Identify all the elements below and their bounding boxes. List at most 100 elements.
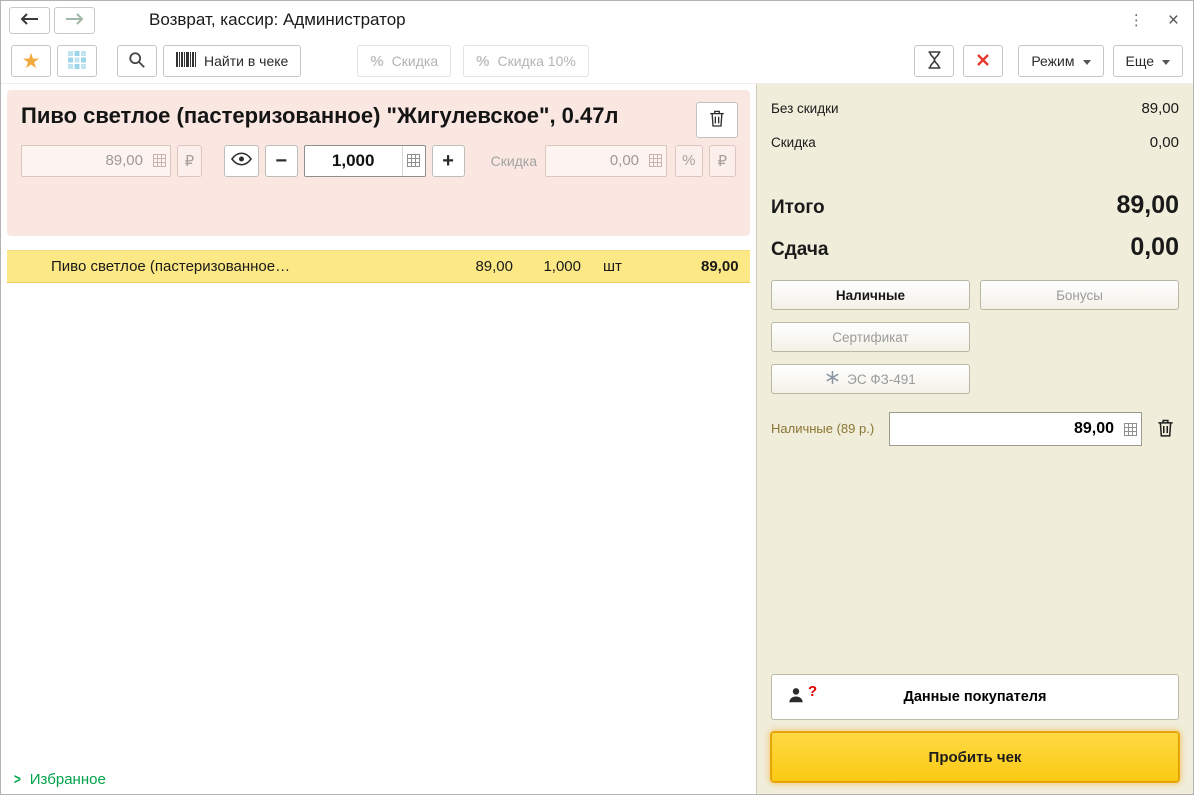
price-field <box>21 144 171 177</box>
grid-icon <box>68 50 86 72</box>
percent-icon: % <box>682 152 696 170</box>
cancel-check-button[interactable] <box>963 45 1004 77</box>
no-discount-row: Без скидки 89,00 <box>771 100 1179 117</box>
quantity-decrease-button[interactable]: − <box>264 144 298 177</box>
more-label: Еще <box>1125 53 1155 69</box>
cash-label: Наличные <box>835 287 906 303</box>
favorites-link[interactable]: > Избранное <box>1 764 756 794</box>
discount-label: Скидка <box>391 53 439 69</box>
favorites-label: Избранное <box>29 770 106 788</box>
item-unit: шт <box>603 258 622 275</box>
search-icon <box>128 51 146 72</box>
submit-check-label: Пробить чек <box>928 748 1022 766</box>
find-in-check-button[interactable]: Найти в чеке <box>163 45 302 77</box>
cash-amount-row: Наличные (89 р.) <box>771 412 1179 446</box>
item-name: Пиво светлое (пастеризованное… <box>51 258 291 275</box>
discount-total-label: Скидка <box>771 135 816 150</box>
ruble-icon: ₽ <box>717 152 728 170</box>
cash-amount-label: Наличные (89 р.) <box>771 420 875 436</box>
forward-button[interactable] <box>54 6 95 34</box>
question-badge: ? <box>808 683 818 700</box>
snowflake-icon <box>825 370 840 388</box>
cash-amount-field <box>889 412 1142 446</box>
window-title: Возврат, кассир: Администратор <box>149 10 406 29</box>
calculator-icon[interactable] <box>148 146 170 176</box>
price-currency-button[interactable]: ₽ <box>177 144 202 177</box>
catalog-grid-button[interactable] <box>57 45 97 77</box>
more-dropdown[interactable]: Еще <box>1112 45 1183 77</box>
star-icon: ★ <box>21 49 41 73</box>
cash-amount-input[interactable] <box>890 420 1119 438</box>
total-value: 89,00 <box>1116 191 1179 219</box>
person-icon <box>787 686 805 708</box>
discount-field-label: Скидка <box>490 152 538 169</box>
back-button[interactable] <box>9 6 50 34</box>
close-icon[interactable]: × <box>1168 11 1179 30</box>
chevron-right-icon: > <box>13 770 21 788</box>
calculator-icon[interactable] <box>644 146 666 176</box>
titlebar: Возврат, кассир: Администратор ⋮ × <box>1 1 1193 39</box>
discount-button[interactable]: % Скидка <box>357 45 452 77</box>
cash-payment-button[interactable]: Наличные <box>771 280 970 310</box>
total-label: Итого <box>771 197 825 218</box>
postpone-check-button[interactable] <box>914 45 955 77</box>
payment-panel: Без скидки 89,00 Скидка 0,00 Итого 89,00… <box>756 84 1193 794</box>
favorites-button[interactable]: ★ <box>11 45 51 77</box>
mode-dropdown[interactable]: Режим <box>1018 45 1104 77</box>
eye-icon <box>230 152 252 170</box>
search-button[interactable] <box>117 45 157 77</box>
remove-payment-button[interactable] <box>1151 412 1179 446</box>
find-in-check-label: Найти в чеке <box>204 53 289 69</box>
bonus-payment-button[interactable]: Бонусы <box>980 280 1179 310</box>
minus-icon: − <box>275 149 288 172</box>
customer-data-button[interactable]: ? Данные покупателя <box>771 674 1179 720</box>
trash-icon <box>1156 418 1175 441</box>
total-row: Итого 89,00 <box>771 191 1179 220</box>
calculator-icon[interactable] <box>401 145 425 176</box>
view-item-button[interactable] <box>223 144 259 177</box>
receipt-area: Пиво светлое (пастеризованное) "Жигулевс… <box>1 84 756 794</box>
current-item-panel: Пиво светлое (пастеризованное) "Жигулевс… <box>7 90 750 236</box>
item-sum: 89,00 <box>701 258 739 275</box>
calculator-icon[interactable] <box>1119 413 1141 445</box>
pos-window: Возврат, кассир: Администратор ⋮ × ★ Най… <box>0 0 1194 795</box>
quantity-increase-button[interactable]: + <box>431 144 465 177</box>
percent-icon: % <box>476 52 490 70</box>
discount-percent-button[interactable]: % <box>675 144 703 177</box>
discount-currency-button[interactable]: ₽ <box>708 144 736 177</box>
payment-methods: Наличные Бонусы Сертификат ЭС ФЗ-491 <box>771 280 1179 394</box>
submit-check-button[interactable]: Пробить чек <box>771 732 1179 782</box>
discount-row: Скидка 0,00 <box>771 134 1179 151</box>
es-fz491-button[interactable]: ЭС ФЗ-491 <box>771 364 970 394</box>
delete-item-button[interactable] <box>696 102 738 138</box>
customer-data-label: Данные покупателя <box>903 689 1047 705</box>
kebab-menu-icon[interactable]: ⋮ <box>1129 13 1144 28</box>
discount-field <box>545 144 668 177</box>
change-value: 0,00 <box>1130 233 1179 261</box>
certificate-label: Сертификат <box>832 329 909 345</box>
ruble-icon: ₽ <box>184 152 195 170</box>
quantity-field <box>303 144 426 177</box>
main-content: Пиво светлое (пастеризованное) "Жигулевс… <box>1 84 1193 794</box>
hourglass-icon <box>927 50 942 72</box>
item-price: 89,00 <box>475 258 513 275</box>
quantity-input[interactable] <box>304 150 402 171</box>
plus-icon: + <box>442 149 454 172</box>
discount-10-button[interactable]: % Скидка 10% <box>463 45 589 77</box>
no-discount-label: Без скидки <box>771 101 839 116</box>
discount-input[interactable] <box>546 152 645 170</box>
toolbar: ★ Найти в чеке % Скидка % Скидка 10% Реж… <box>1 39 1193 84</box>
customer-icon-group: ? <box>787 683 818 708</box>
receipt-row[interactable]: Пиво светлое (пастеризованное… 89,00 1,0… <box>7 250 750 283</box>
arrow-left-icon <box>20 12 39 28</box>
price-input[interactable] <box>22 152 148 170</box>
chevron-down-icon <box>1162 59 1170 69</box>
percent-icon: % <box>370 52 384 70</box>
titlebar-controls: ⋮ × <box>1129 11 1179 30</box>
certificate-payment-button[interactable]: Сертификат <box>771 322 970 352</box>
change-row: Сдача 0,00 <box>771 233 1179 262</box>
es-fz491-label: ЭС ФЗ-491 <box>847 371 916 387</box>
chevron-down-icon <box>1082 59 1091 69</box>
discount-total-value: 0,00 <box>1149 134 1179 151</box>
bonus-label: Бонусы <box>1056 287 1103 303</box>
